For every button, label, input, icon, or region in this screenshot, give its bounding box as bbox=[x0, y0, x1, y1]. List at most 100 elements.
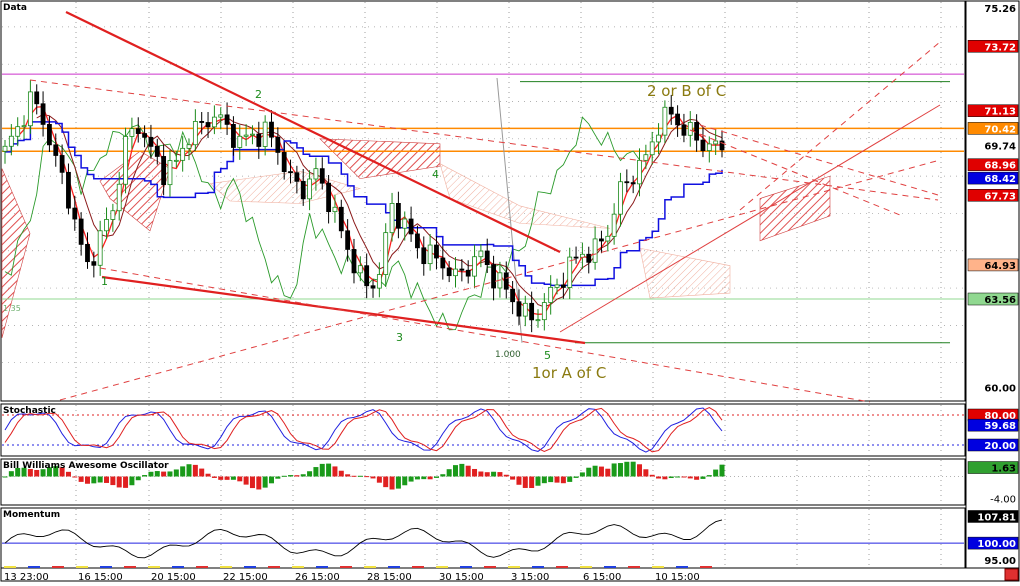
chart-window: 80.00 59.68 20.00 1.63 -4.00 107.81 100.00 95.0… bbox=[0, 0, 1020, 583]
ao-bar bbox=[256, 476, 262, 490]
ao-bar bbox=[611, 463, 617, 477]
session-strip bbox=[412, 566, 424, 568]
stoch-tick-label: 59.68 bbox=[984, 421, 1016, 432]
candle-body bbox=[484, 250, 490, 266]
candle-body bbox=[110, 210, 116, 220]
ao-bar bbox=[643, 469, 649, 477]
candle-body bbox=[624, 181, 630, 184]
ao-bar bbox=[453, 465, 459, 477]
ao-bar bbox=[8, 471, 14, 477]
ao-bar bbox=[560, 476, 566, 484]
ao-bar bbox=[84, 476, 90, 484]
session-strip bbox=[316, 566, 328, 568]
candle-body bbox=[694, 122, 700, 141]
candle-body bbox=[637, 159, 642, 185]
session-strip bbox=[700, 566, 712, 568]
ao-bar bbox=[205, 473, 211, 477]
candle-body bbox=[237, 135, 243, 148]
session-strip bbox=[172, 566, 184, 568]
ao-bar bbox=[389, 476, 395, 490]
ao-bar bbox=[129, 476, 135, 486]
ao-bar bbox=[243, 476, 249, 485]
candle-body bbox=[421, 247, 427, 265]
ao-bar bbox=[319, 463, 325, 477]
candle-body bbox=[199, 121, 205, 123]
candle-body bbox=[129, 128, 135, 137]
time-tick-label: 16 15:00 bbox=[78, 572, 123, 582]
candle-body bbox=[345, 230, 351, 250]
ao-bar bbox=[491, 471, 497, 477]
candle-body bbox=[700, 139, 706, 151]
ao-bar bbox=[465, 465, 471, 477]
candle-body bbox=[503, 272, 509, 290]
candle-body bbox=[40, 103, 46, 125]
price-axis bbox=[965, 0, 1020, 569]
ao-bar bbox=[364, 476, 370, 478]
candle-body bbox=[459, 268, 465, 271]
candle-body bbox=[85, 243, 90, 263]
price-tick-label: 63.56 bbox=[984, 295, 1016, 306]
candle-body bbox=[59, 155, 65, 173]
ao-bar bbox=[592, 465, 598, 477]
candle-body bbox=[713, 140, 719, 145]
candle-body bbox=[21, 125, 27, 128]
candle-body bbox=[567, 256, 573, 288]
ao-bar bbox=[116, 476, 122, 488]
session-strip bbox=[124, 566, 136, 568]
session-strip bbox=[484, 566, 496, 568]
wave-label-4: 4 bbox=[432, 168, 439, 181]
candle-body bbox=[491, 264, 496, 289]
ao-bar bbox=[211, 476, 217, 478]
session-strip bbox=[244, 566, 256, 568]
ao-bar bbox=[440, 474, 446, 477]
left-tag: 1.35 bbox=[3, 304, 21, 313]
ao-bar bbox=[97, 476, 103, 483]
time-tick-label: 20 15:00 bbox=[151, 572, 196, 582]
ao-bar bbox=[681, 476, 687, 478]
ao-bar bbox=[237, 476, 243, 482]
session-strip bbox=[532, 566, 544, 568]
session-strip bbox=[268, 566, 280, 568]
ao-bar bbox=[554, 476, 560, 483]
ao-bar bbox=[624, 461, 630, 477]
candle-body bbox=[243, 134, 249, 137]
ao-bar bbox=[275, 476, 281, 479]
candle-body bbox=[180, 147, 186, 161]
price-tick-label: 69.74 bbox=[984, 141, 1016, 152]
ao-bar bbox=[110, 476, 116, 486]
session-strip bbox=[604, 566, 616, 568]
candle-body bbox=[687, 122, 693, 136]
price-tick-label: 60.00 bbox=[984, 384, 1016, 395]
candle-body bbox=[116, 183, 122, 212]
price-tick-label: 70.42 bbox=[984, 124, 1016, 135]
ao-bar bbox=[548, 476, 554, 483]
ao-bar bbox=[338, 470, 344, 477]
mom-tick-label: 100.00 bbox=[977, 539, 1016, 550]
candle-body bbox=[427, 244, 433, 265]
ao-bar bbox=[408, 476, 414, 482]
wave-label-3: 3 bbox=[396, 331, 403, 344]
candle-body bbox=[142, 133, 147, 138]
corner-icon[interactable] bbox=[1004, 568, 1019, 581]
ao-bar bbox=[497, 472, 503, 477]
stoch-tick-label: 20.00 bbox=[984, 441, 1016, 452]
candle-body bbox=[281, 152, 287, 173]
candle-body bbox=[529, 302, 535, 321]
candle-body bbox=[288, 171, 293, 174]
candle-body bbox=[186, 144, 192, 149]
candle-body bbox=[167, 160, 173, 186]
candle-body bbox=[383, 232, 389, 275]
ao-bar bbox=[135, 476, 141, 481]
candle-body bbox=[34, 91, 40, 105]
ao-bar bbox=[535, 476, 541, 486]
ao-bar bbox=[167, 471, 173, 477]
candle-body bbox=[224, 114, 230, 125]
candle-body bbox=[402, 218, 408, 229]
ao-bar bbox=[2, 476, 8, 478]
candle-body bbox=[319, 168, 325, 184]
ao-bar bbox=[218, 476, 224, 480]
candle-body bbox=[313, 168, 319, 180]
ao-bar bbox=[142, 475, 148, 477]
candle-body bbox=[548, 286, 554, 303]
momentum-panel[interactable] bbox=[0, 507, 966, 569]
